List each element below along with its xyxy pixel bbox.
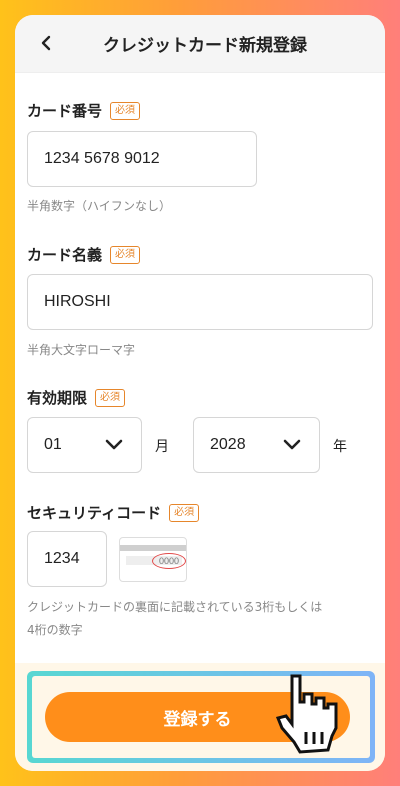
year-unit: 年 xyxy=(333,439,347,455)
card-number-label: カード番号 xyxy=(27,102,103,120)
page-title: クレジットカード新規登録 xyxy=(103,36,307,56)
card-name-hint: 半角大文字ローマ字 xyxy=(27,343,136,357)
card-number-input[interactable]: 1234 5678 9012 xyxy=(27,131,257,187)
card-number-value: 1234 5678 9012 xyxy=(44,150,160,167)
magnetic-stripe xyxy=(120,545,186,551)
expiry-month-select[interactable]: 01 xyxy=(27,417,142,473)
security-hint-line2: 4桁の数字 xyxy=(27,623,83,637)
security-label: セキュリティコード xyxy=(27,504,162,522)
card-back-illustration: 0000 xyxy=(119,537,187,582)
expiry-month-value: 01 xyxy=(44,436,62,453)
card-number-hint: 半角数字（ハイフンなし） xyxy=(27,199,172,213)
card-name-input[interactable]: HIROSHI xyxy=(27,274,373,330)
security-code-input[interactable]: 1234 xyxy=(27,531,107,587)
cvc-highlight: 0000 xyxy=(152,553,186,569)
chevron-left-icon xyxy=(41,35,51,51)
required-badge: 必須 xyxy=(110,101,141,120)
card-name-label: カード名義 xyxy=(27,246,103,264)
header: クレジットカード新規登録 xyxy=(15,15,385,73)
expiry-label: 有効期限 xyxy=(27,389,88,407)
required-badge: 必須 xyxy=(169,503,200,522)
required-badge: 必須 xyxy=(110,245,141,264)
chevron-down-icon xyxy=(283,439,301,450)
back-button[interactable] xyxy=(35,32,57,54)
required-badge: 必須 xyxy=(95,388,126,407)
security-hint-line1: クレジットカードの裏面に記載されている3桁もしくは xyxy=(27,600,323,614)
card-name-value: HIROSHI xyxy=(44,293,111,310)
month-unit: 月 xyxy=(155,439,169,455)
card-number-label-row: カード番号 必須 xyxy=(27,100,141,121)
security-code-value: 1234 xyxy=(44,550,80,567)
expiry-label-row: 有効期限 必須 xyxy=(27,387,126,408)
security-label-row: セキュリティコード 必須 xyxy=(27,502,200,523)
expiry-year-value: 2028 xyxy=(210,436,246,453)
chevron-down-icon xyxy=(105,439,123,450)
expiry-year-select[interactable]: 2028 xyxy=(193,417,320,473)
phone-screen: クレジットカード新規登録 カード番号 必須 1234 5678 9012 半角数… xyxy=(15,15,385,771)
card-name-label-row: カード名義 必須 xyxy=(27,244,141,265)
hand-pointer-icon xyxy=(275,674,338,754)
